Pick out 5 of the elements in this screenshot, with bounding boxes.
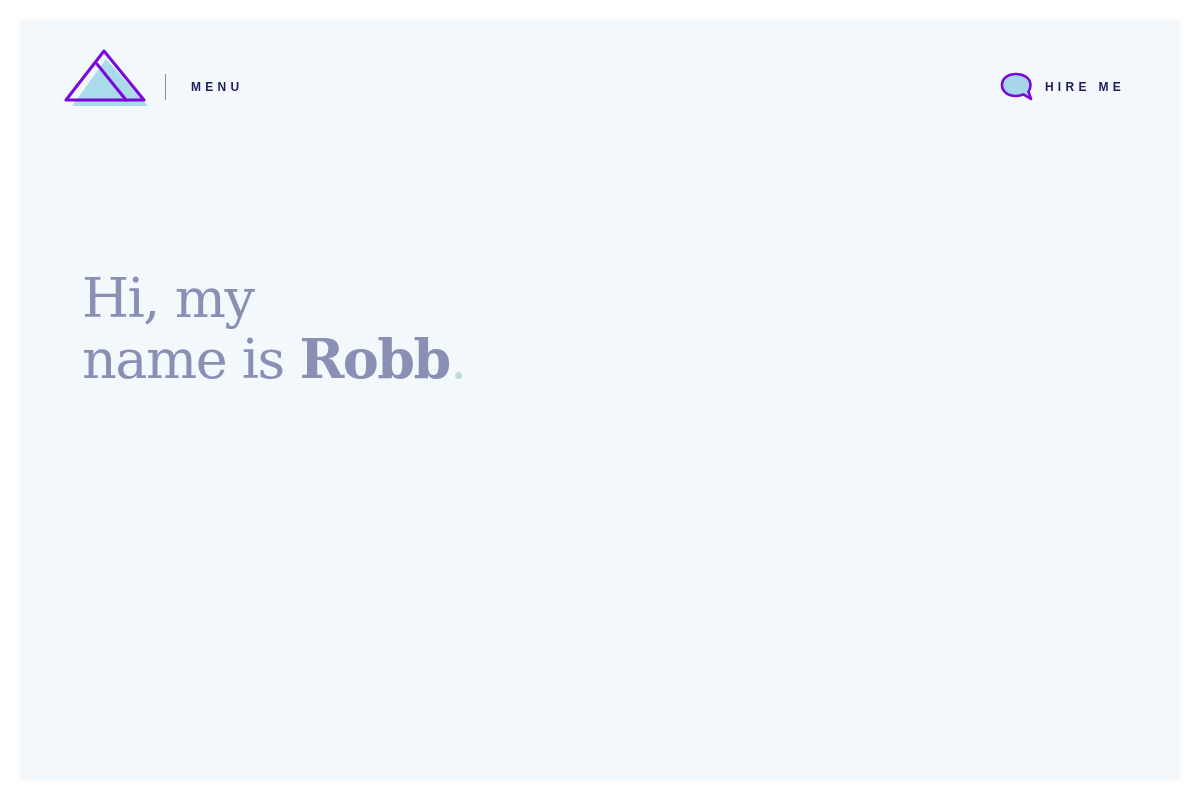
hire-me-button[interactable]: HIRE ME xyxy=(999,72,1125,101)
speech-bubble-icon xyxy=(999,72,1033,101)
menu-button[interactable]: MENU xyxy=(185,75,250,98)
triangle-logo-icon xyxy=(64,49,148,107)
headline: Hi, my name is Robb. xyxy=(82,269,466,390)
